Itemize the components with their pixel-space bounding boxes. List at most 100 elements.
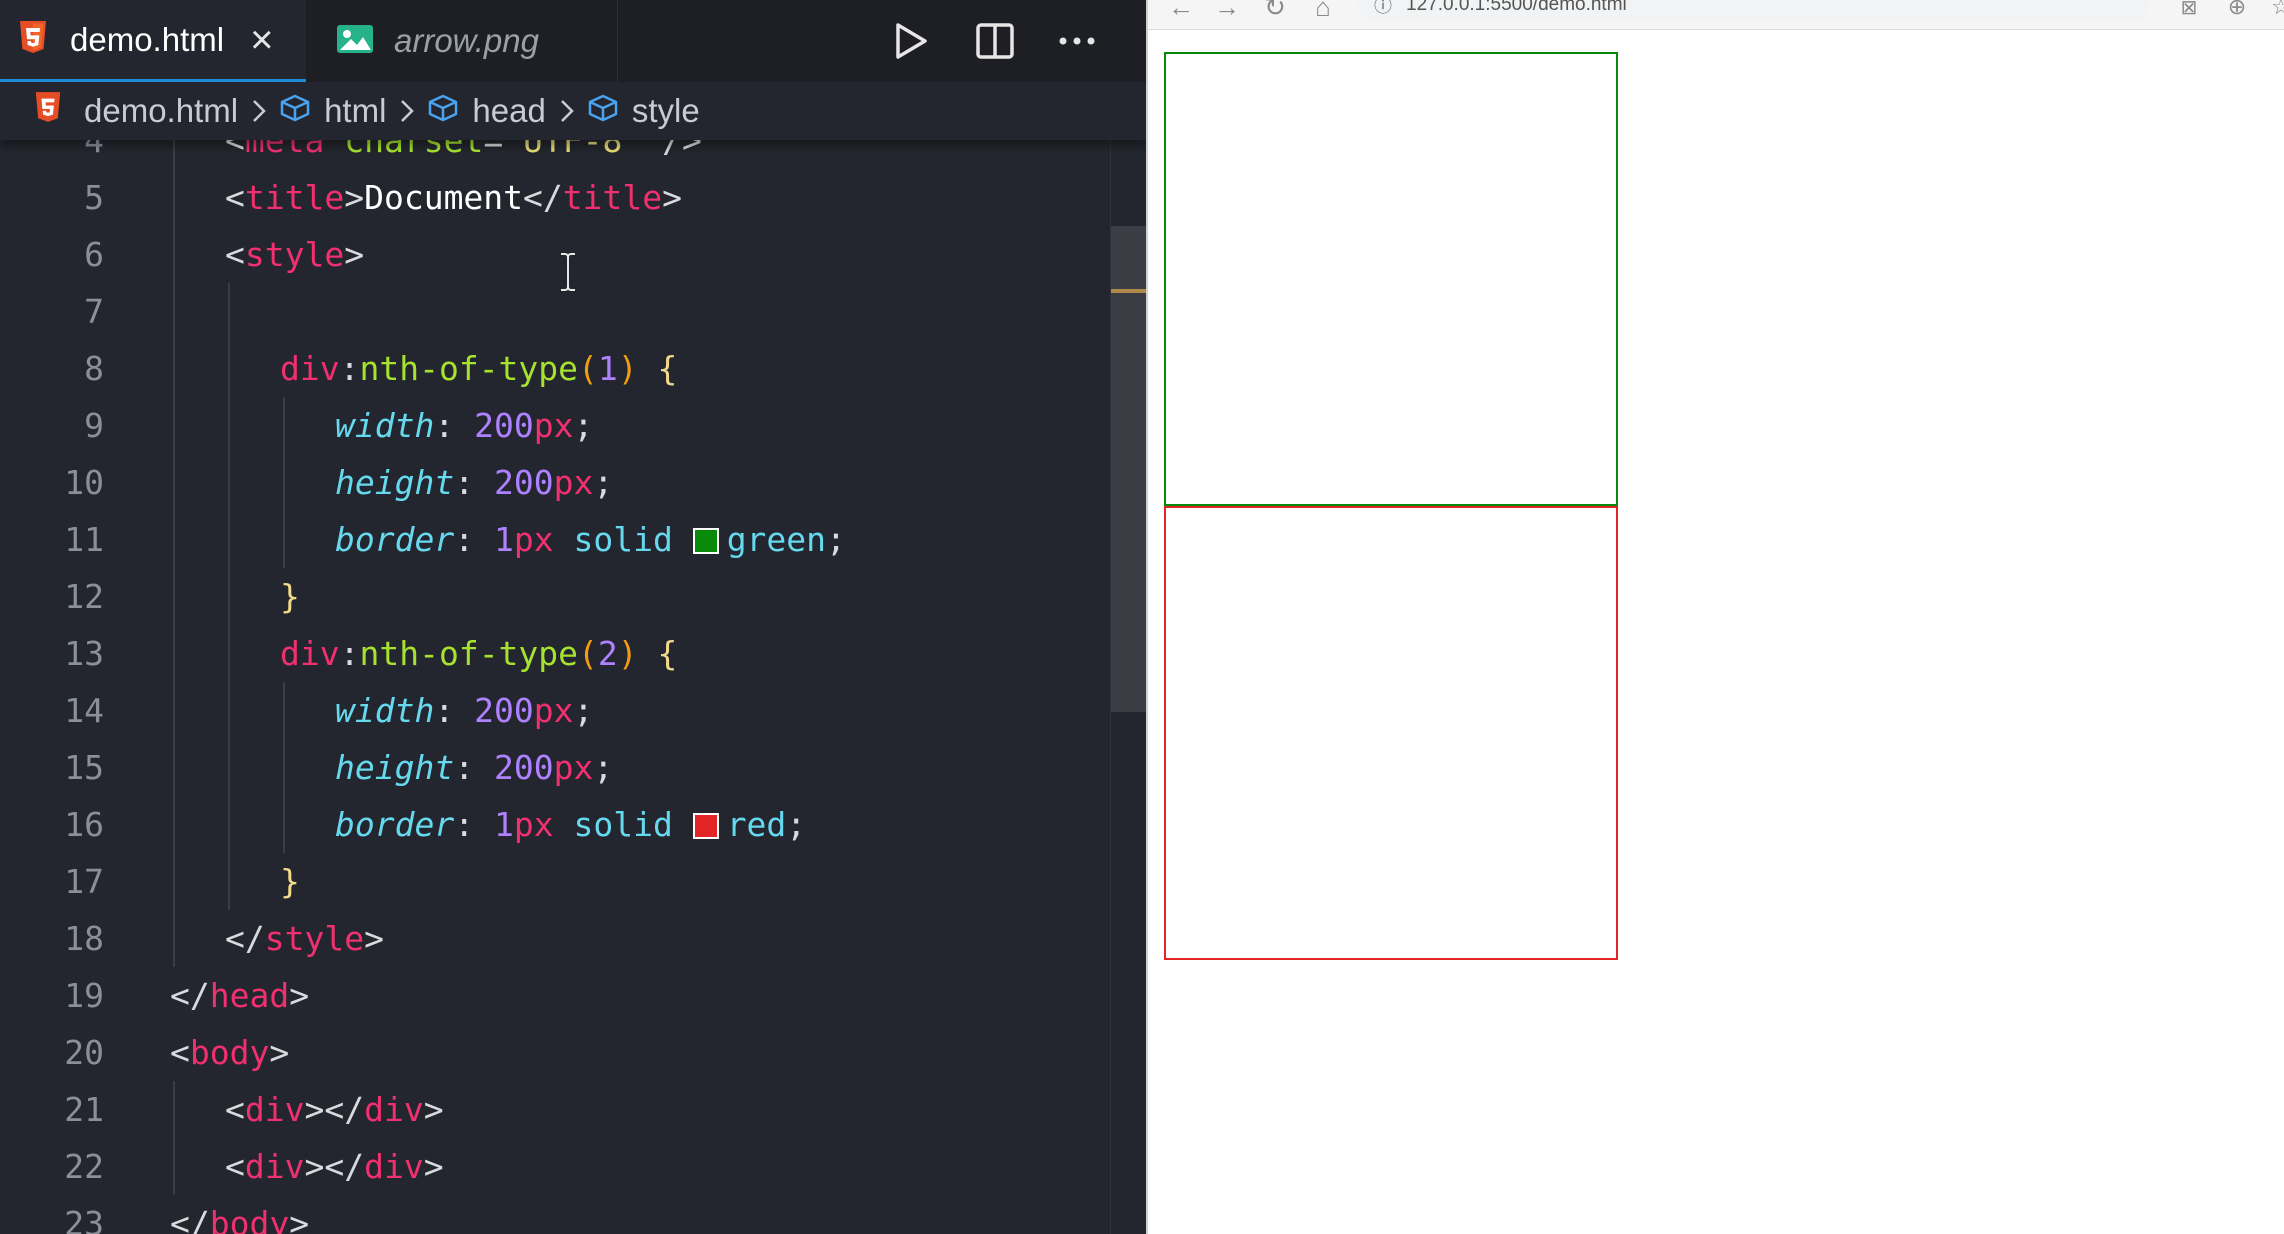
more-icon[interactable] <box>1054 18 1100 64</box>
info-icon[interactable]: ⓘ <box>1374 0 1392 18</box>
forward-icon[interactable]: → <box>1212 0 1242 22</box>
code-token: div <box>280 349 340 388</box>
code-text: } <box>280 577 300 616</box>
code-line[interactable]: 7 <box>0 283 1100 340</box>
indent-guide <box>173 1081 175 1138</box>
code-token: </ <box>170 976 210 1015</box>
translate-icon[interactable]: ⊠ <box>2174 0 2204 22</box>
code-token: : <box>339 349 360 388</box>
code-line[interactable]: 21 <div></div> <box>0 1081 1100 1138</box>
code-line[interactable]: 10 height: 200px; <box>0 454 1100 511</box>
code-line[interactable]: 17} <box>0 853 1100 910</box>
code-line[interactable]: 19 </head> <box>0 967 1100 1024</box>
tab-arrow-png[interactable]: arrow.png <box>306 0 618 82</box>
split-editor-icon[interactable] <box>972 18 1018 64</box>
code-text: </style> <box>225 919 384 958</box>
breadcrumb-head[interactable]: head <box>428 92 546 130</box>
color-swatch[interactable] <box>692 528 719 554</box>
indent-guide <box>228 568 230 625</box>
code-token: solid <box>573 805 673 844</box>
code-token: div <box>244 1090 305 1129</box>
code-token: ; <box>573 406 594 445</box>
code-token: 1 <box>597 349 618 388</box>
play-icon[interactable] <box>888 18 934 64</box>
code-line[interactable]: 5 <title>Document</title> <box>0 169 1100 226</box>
home-icon[interactable]: ⌂ <box>1308 0 1338 22</box>
code-text: border: 1px solid green; <box>335 520 846 559</box>
code-line[interactable]: 12} <box>0 568 1100 625</box>
code-line[interactable]: 20 <body> <box>0 1024 1100 1081</box>
indent-guide <box>173 625 175 682</box>
code-token: < <box>170 1033 190 1072</box>
code-token: px <box>513 520 554 559</box>
indent-guide <box>283 739 285 796</box>
color-swatch[interactable] <box>692 813 719 839</box>
code-line[interactable]: 23 </body> <box>0 1195 1100 1234</box>
code-text: width: 200px; <box>335 691 593 730</box>
indent-guide <box>173 682 175 739</box>
breadcrumb-html[interactable]: html <box>280 92 386 130</box>
bookmark-star-icon[interactable]: ☆ <box>2266 0 2284 22</box>
code-text: <div></div> <box>225 1147 444 1186</box>
code-text: </body> <box>170 1204 309 1234</box>
code-token: ; <box>593 748 614 787</box>
code-token: title <box>562 178 663 217</box>
code-token: style <box>264 919 365 958</box>
code-token: > <box>364 919 384 958</box>
editor-scrollbar-thumb[interactable] <box>1111 226 1146 712</box>
breadcrumb-style[interactable]: style <box>588 92 700 130</box>
code-text: div:nth-of-type(2) { <box>280 634 677 673</box>
code-editor[interactable]: demo.html × arrow.png demo.html html hea… <box>0 0 1146 1234</box>
breadcrumb-label: html <box>324 92 387 129</box>
code-line[interactable]: 18 </style> <box>0 910 1100 967</box>
code-line[interactable]: 6 <style> <box>0 226 1100 283</box>
indent-guide <box>228 511 230 568</box>
indent-guide <box>228 283 230 340</box>
browser-viewport <box>1148 32 2284 1234</box>
code-token: ) <box>617 634 638 673</box>
code-token: body <box>209 1204 290 1234</box>
code-token: px <box>553 463 594 502</box>
code-token: ></ <box>304 1147 365 1186</box>
indent-guide <box>173 169 175 226</box>
code-text: height: 200px; <box>335 748 613 787</box>
html5-icon <box>34 91 62 131</box>
breadcrumb-file[interactable]: demo.html <box>34 91 238 131</box>
code-line[interactable]: 16 border: 1px solid red; <box>0 796 1100 853</box>
line-number: 8 <box>84 349 104 388</box>
code-line[interactable]: 11 border: 1px solid green; <box>0 511 1100 568</box>
line-number: 12 <box>64 577 104 616</box>
line-number: 22 <box>64 1147 104 1186</box>
indent-guide <box>173 796 175 853</box>
close-tab-icon[interactable]: × <box>250 20 273 60</box>
tab-demo-html[interactable]: demo.html × <box>0 0 306 82</box>
line-number: 23 <box>64 1204 104 1234</box>
code-token: height <box>335 748 455 787</box>
reload-icon[interactable]: ↻ <box>1260 0 1290 22</box>
indent-guide <box>228 739 230 796</box>
code-line[interactable]: 8 div:nth-of-type(1) { <box>0 340 1100 397</box>
code-line[interactable]: 13 div:nth-of-type(2) { <box>0 625 1100 682</box>
code-token: px <box>533 406 574 445</box>
code-line[interactable]: 15 height: 200px; <box>0 739 1100 796</box>
code-line[interactable]: 9 width: 200px; <box>0 397 1100 454</box>
code-token: 1 <box>493 520 514 559</box>
line-number: 21 <box>64 1090 104 1129</box>
chevron-right-icon <box>252 99 266 123</box>
code-line[interactable]: 14 width: 200px; <box>0 682 1100 739</box>
code-token: { <box>657 349 678 388</box>
code-token: ( <box>578 349 598 388</box>
zoom-icon[interactable]: ⊕ <box>2222 0 2252 22</box>
indent-guide <box>228 340 230 397</box>
code-token: > <box>269 1033 290 1072</box>
indent-guide <box>173 340 175 397</box>
code-line[interactable]: 22 <div></div> <box>0 1138 1100 1195</box>
address-bar[interactable]: ⓘ 127.0.0.1:5500/demo.html <box>1358 0 2148 22</box>
back-icon[interactable]: ← <box>1166 0 1196 22</box>
code-area[interactable]: 4 <meta charset="UTF-8" /> 5 <title>Documen… <box>0 112 1146 1234</box>
indent-guide <box>173 511 175 568</box>
line-number: 19 <box>64 976 104 1015</box>
line-number: 5 <box>84 178 104 217</box>
text-cursor-icon <box>557 252 579 297</box>
